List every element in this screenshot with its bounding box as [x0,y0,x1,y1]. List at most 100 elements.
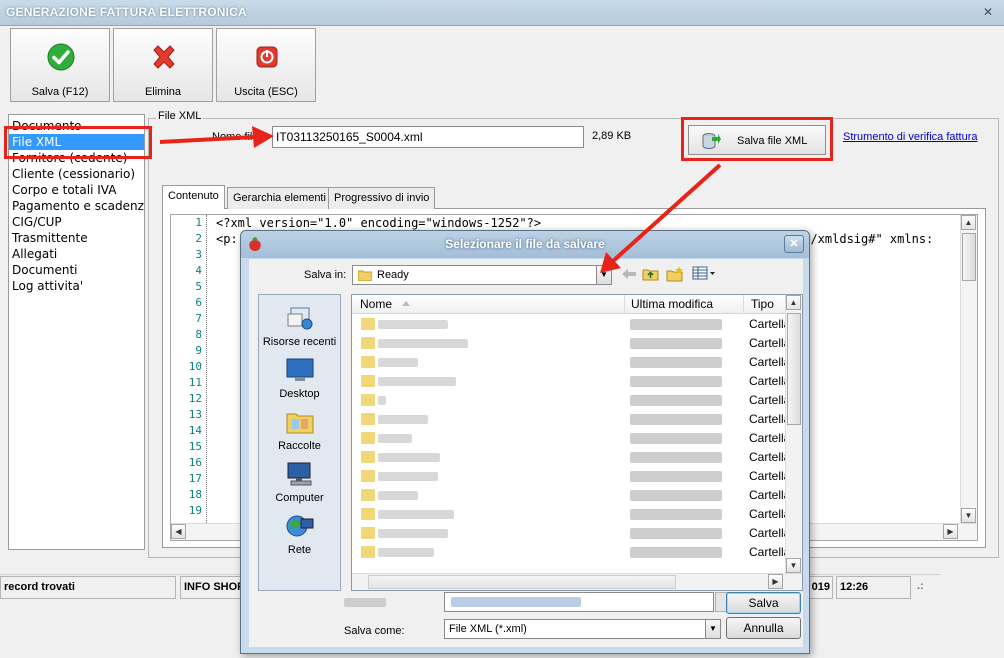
sidebar-item-file-xml[interactable]: File XML [9,134,144,150]
status-grip: .: [917,580,924,592]
status-time: 12:26 [836,576,911,599]
sidebar-item-documento[interactable]: Documento [9,118,144,134]
list-item[interactable]: Cartella [352,448,790,467]
back-arrow-icon[interactable] [621,267,637,281]
scroll-right-arrow-icon[interactable]: ▶ [768,574,783,589]
scroll-thumb[interactable] [368,575,676,589]
modified-date-redacted [630,452,722,463]
file-list-vertical-scrollbar[interactable]: ▲ ▼ [785,295,802,590]
column-modified[interactable]: Ultima modifica [631,297,713,311]
line-number: 14 [188,424,202,437]
scroll-up-arrow-icon[interactable]: ▲ [961,215,976,230]
place-computer-label: Computer [275,492,324,504]
save-in-dropdown[interactable]: Ready ▼ [352,265,612,285]
list-item[interactable]: Cartella [352,391,790,410]
chevron-down-icon[interactable]: ▼ [596,266,611,284]
scroll-thumb[interactable] [962,233,976,281]
save-button[interactable]: Salva (F12) [10,28,110,102]
file-name-label-redacted [344,598,386,607]
place-computer[interactable]: Computer [259,461,340,504]
column-name[interactable]: Nome [360,297,392,311]
list-item[interactable]: Cartella [352,315,790,334]
list-item[interactable]: Cartella [352,410,790,429]
file-name-field[interactable]: IT03113250165_S0004.xml [272,126,584,148]
folder-icon [361,470,375,482]
line-number: 16 [188,456,202,469]
editor-vertical-scrollbar[interactable]: ▲ ▼ [960,215,977,523]
scroll-up-arrow-icon[interactable]: ▲ [786,295,801,310]
scroll-left-arrow-icon[interactable]: ◀ [171,524,186,539]
dialog-save-button[interactable]: Salva [726,592,801,614]
tab-gerarchia[interactable]: Gerarchia elementi [227,187,332,209]
list-item[interactable]: Cartella [352,505,790,524]
list-item[interactable]: Cartella [352,467,790,486]
list-item[interactable]: Cartella [352,372,790,391]
sidebar-item-cliente[interactable]: Cliente (cessionario) [9,166,144,182]
line-number: 12 [188,392,202,405]
sidebar-item-pagamento[interactable]: Pagamento e scadenze [9,198,144,214]
folder-icon [361,508,375,520]
chevron-down-icon[interactable]: ▼ [705,620,720,638]
tab-progressivo[interactable]: Progressivo di invio [328,187,436,209]
scroll-down-arrow-icon[interactable]: ▼ [961,508,976,523]
sidebar-item-trasmittente[interactable]: Trasmittente [9,230,144,246]
exit-button[interactable]: Uscita (ESC) [216,28,316,102]
folder-icon [361,375,375,387]
libraries-icon [286,413,313,434]
list-item[interactable]: Cartella [352,543,790,562]
scroll-down-arrow-icon[interactable]: ▼ [786,558,801,573]
place-desktop[interactable]: Desktop [259,357,340,400]
sidebar-item-documenti[interactable]: Documenti [9,262,144,278]
new-folder-icon[interactable] [666,265,684,282]
places-bar: Risorse recenti Desktop Raccolte Compute… [258,294,341,591]
desktop-icon [286,358,313,381]
column-type[interactable]: Tipo [751,297,774,311]
save-xml-button[interactable]: Salva file XML [688,125,826,155]
sidebar-item-cig-cup[interactable]: CIG/CUP [9,214,144,230]
file-xml-group-label: File XML [156,110,204,122]
list-item[interactable]: Cartella [352,334,790,353]
sidebar-item-log[interactable]: Log attivita' [9,278,144,294]
verify-invoice-link[interactable]: Strumento di verifica fattura [843,131,978,143]
place-recent[interactable]: Risorse recenti [259,305,340,348]
place-network[interactable]: Rete [259,513,340,556]
dialog-cancel-button[interactable]: Annulla [726,617,801,639]
folder-icon [358,270,372,281]
place-libraries[interactable]: Raccolte [259,409,340,452]
place-recent-label: Risorse recenti [262,336,337,348]
list-item[interactable]: Cartella [352,429,790,448]
modified-date-redacted [630,376,722,387]
scroll-right-arrow-icon[interactable]: ▶ [943,524,958,539]
save-as-type-value: File XML (*.xml) [449,623,527,635]
save-as-type-select[interactable]: File XML (*.xml) ▼ [444,619,721,639]
line-number: 8 [195,328,202,341]
list-item[interactable]: Cartella [352,353,790,372]
modified-date-redacted [630,338,722,349]
folder-name-redacted [378,415,428,424]
delete-button[interactable]: Elimina [113,28,213,102]
folder-name-redacted [378,510,454,519]
folder-name-redacted [378,377,456,386]
file-list-horizontal-scrollbar[interactable]: ▶ [352,573,802,590]
file-name-label: Nome file [212,131,259,143]
sidebar-item-fornitore[interactable]: Fornitore (cedente) [9,150,144,166]
modified-date-redacted [630,471,722,482]
dialog-close-icon[interactable]: ✕ [784,235,804,253]
file-name-input[interactable] [444,592,714,612]
up-folder-icon[interactable] [642,266,660,282]
list-item[interactable]: Cartella [352,486,790,505]
view-menu-icon[interactable] [692,266,716,281]
save-as-label: Salva come: [344,625,405,637]
list-item[interactable]: Cartella [352,524,790,543]
folder-icon [361,527,375,539]
section-list: Documento File XML Fornitore (cedente) C… [8,114,145,550]
modified-date-redacted [630,547,722,558]
scroll-thumb[interactable] [787,313,801,425]
file-list[interactable]: Nome Ultima modifica Tipo Cartella Cartel… [351,294,803,591]
sidebar-item-allegati[interactable]: Allegati [9,246,144,262]
window-close-icon[interactable]: ✕ [980,4,996,20]
sidebar-item-corpo-iva[interactable]: Corpo e totali IVA [9,182,144,198]
save-file-dialog: Selezionare il file da salvare ✕ Salva i… [240,230,810,654]
tab-contenuto[interactable]: Contenuto [162,185,225,209]
folder-name-redacted [378,434,412,443]
